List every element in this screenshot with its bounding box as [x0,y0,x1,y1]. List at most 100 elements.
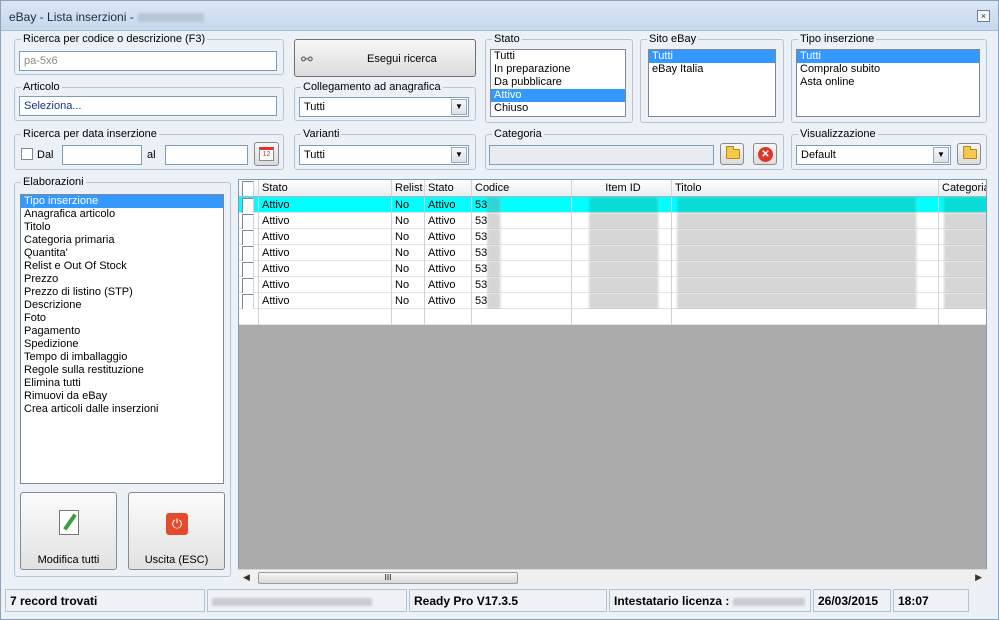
exit-button[interactable]: ⏻ Uscita (ESC) [128,492,225,570]
tipo-list-item[interactable]: Compralo subito [797,63,979,76]
cell-relist: No [392,293,425,309]
stato-list-item[interactable]: In preparazione [491,63,625,76]
elab-list-item[interactable]: Rimuovi da eBay [21,390,223,403]
row-checkbox[interactable] [239,213,259,229]
view-legend: Visualizzazione [800,128,876,140]
table-row[interactable]: Attivo No Attivo 53 [239,293,986,309]
elab-list-item[interactable]: Anagrafica articolo [21,208,223,221]
license-label: Intestatario licenza : [614,594,730,608]
sito-list[interactable]: Tutti eBay Italia [648,49,776,117]
elab-list-item[interactable]: Tipo inserzione [21,195,223,208]
cell-relist: No [392,197,425,213]
folder-icon [726,146,740,159]
calendar-button[interactable]: 12 [254,142,279,166]
scroll-right-icon[interactable]: ▶ [975,572,982,583]
table-row[interactable]: Attivo No Attivo 53 [239,229,986,245]
elab-list-item[interactable]: Prezzo [21,273,223,286]
elab-list-item[interactable]: Elimina tutti [21,377,223,390]
tipo-list-item[interactable]: Asta online [797,76,979,89]
search-legend: Ricerca per codice o descrizione (F3) [23,33,206,45]
cell-category [939,213,986,229]
date-legend: Ricerca per data inserzione [23,128,157,140]
column-header[interactable]: Categoria [939,180,986,196]
search-input[interactable]: pa-5x6 [19,51,277,71]
column-header[interactable]: Codice [472,180,572,196]
elab-list-item[interactable]: Regole sulla restituzione [21,364,223,377]
row-checkbox[interactable] [239,229,259,245]
cell-codice: 53 [472,229,572,245]
stato-list-item[interactable]: Chiuso [491,102,625,115]
run-search-button[interactable]: ⚯ Esegui ricerca [294,39,476,77]
listings-grid[interactable]: Stato Relist Stato Codice Item ID Titolo Categ… [238,179,987,584]
date-to-label: al [147,149,156,161]
elab-list-item[interactable]: Descrizione [21,299,223,312]
cell-stato: Attivo [259,277,392,293]
edit-document-icon [59,510,79,535]
row-checkbox[interactable] [239,293,259,309]
tipo-list[interactable]: Tutti Compralo subito Asta online [796,49,980,117]
table-row-empty[interactable] [239,309,986,325]
varianti-select[interactable]: Tutti ▼ [299,145,469,165]
sito-list-item[interactable]: Tutti [649,50,775,63]
row-checkbox[interactable] [239,277,259,293]
row-checkbox[interactable] [239,245,259,261]
view-select[interactable]: Default ▼ [796,145,951,165]
date-checkbox[interactable] [21,148,33,160]
row-checkbox[interactable] [239,261,259,277]
table-row[interactable]: Attivo No Attivo 53 [239,245,986,261]
categoria-browse-button[interactable] [720,143,744,165]
binoculars-icon: ⚯ [301,51,313,67]
horizontal-scrollbar[interactable]: ◀ III ▶ [238,569,987,585]
chevron-down-icon: ▼ [933,147,949,163]
column-header[interactable]: Stato [425,180,472,196]
cell-stato2: Attivo [425,293,472,309]
categoria-clear-button[interactable]: ✕ [753,143,777,165]
scroll-left-icon[interactable]: ◀ [243,572,250,583]
elab-list-item[interactable]: Prezzo di listino (STP) [21,286,223,299]
table-row[interactable]: Attivo No Attivo 53 [239,261,986,277]
stato-list-item[interactable]: Attivo [491,89,625,102]
stato-list-item[interactable]: Da pubblicare [491,76,625,89]
column-header[interactable]: Item ID [572,180,672,196]
modify-all-button[interactable]: Modifica tutti [20,492,117,570]
table-row[interactable]: Attivo No Attivo 53 [239,197,986,213]
elab-list-item[interactable]: Pagamento [21,325,223,338]
elab-list-item[interactable]: Titolo [21,221,223,234]
cell-item-id [572,245,672,261]
table-row[interactable]: Attivo No Attivo 53 [239,277,986,293]
chevron-down-icon: ▼ [451,147,467,163]
column-header[interactable]: Relist [392,180,425,196]
column-header[interactable]: Titolo [672,180,939,196]
status-user [207,589,407,612]
elab-list-item[interactable]: Crea articoli dalle inserzioni [21,403,223,416]
cell-stato2: Attivo [425,277,472,293]
view-browse-button[interactable] [957,143,981,165]
stato-list-item[interactable]: Tutti [491,50,625,63]
cell-item-id [572,197,672,213]
elab-list-item[interactable]: Spedizione [21,338,223,351]
empty-cell [939,309,986,325]
window-title: eBay - Lista inserzioni - [9,10,204,24]
scroll-thumb[interactable]: III [258,572,518,584]
elab-list-item[interactable]: Categoria primaria [21,234,223,247]
row-checkbox[interactable] [239,197,259,213]
close-button[interactable]: × [977,10,990,22]
empty-cell [239,309,259,325]
cell-title [672,261,939,277]
table-row[interactable]: Attivo No Attivo 53 [239,213,986,229]
select-all-checkbox[interactable] [239,180,259,196]
column-header[interactable]: Stato [259,180,392,196]
link-select[interactable]: Tutti ▼ [299,97,469,117]
sito-list-item[interactable]: eBay Italia [649,63,775,76]
elab-list-item[interactable]: Tempo di imballaggio [21,351,223,364]
elab-list[interactable]: Tipo inserzione Anagrafica articolo Titolo… [20,194,224,484]
elab-list-item[interactable]: Foto [21,312,223,325]
tipo-list-item[interactable]: Tutti [797,50,979,63]
stato-list[interactable]: Tutti In preparazione Da pubblicare Attivo C… [490,49,626,117]
elab-list-item[interactable]: Quantita' [21,247,223,260]
date-from-field[interactable] [62,145,142,165]
article-field[interactable]: Seleziona... [19,96,277,116]
elab-list-item[interactable]: Relist e Out Of Stock [21,260,223,273]
categoria-field[interactable] [489,145,714,165]
date-to-field[interactable] [165,145,248,165]
